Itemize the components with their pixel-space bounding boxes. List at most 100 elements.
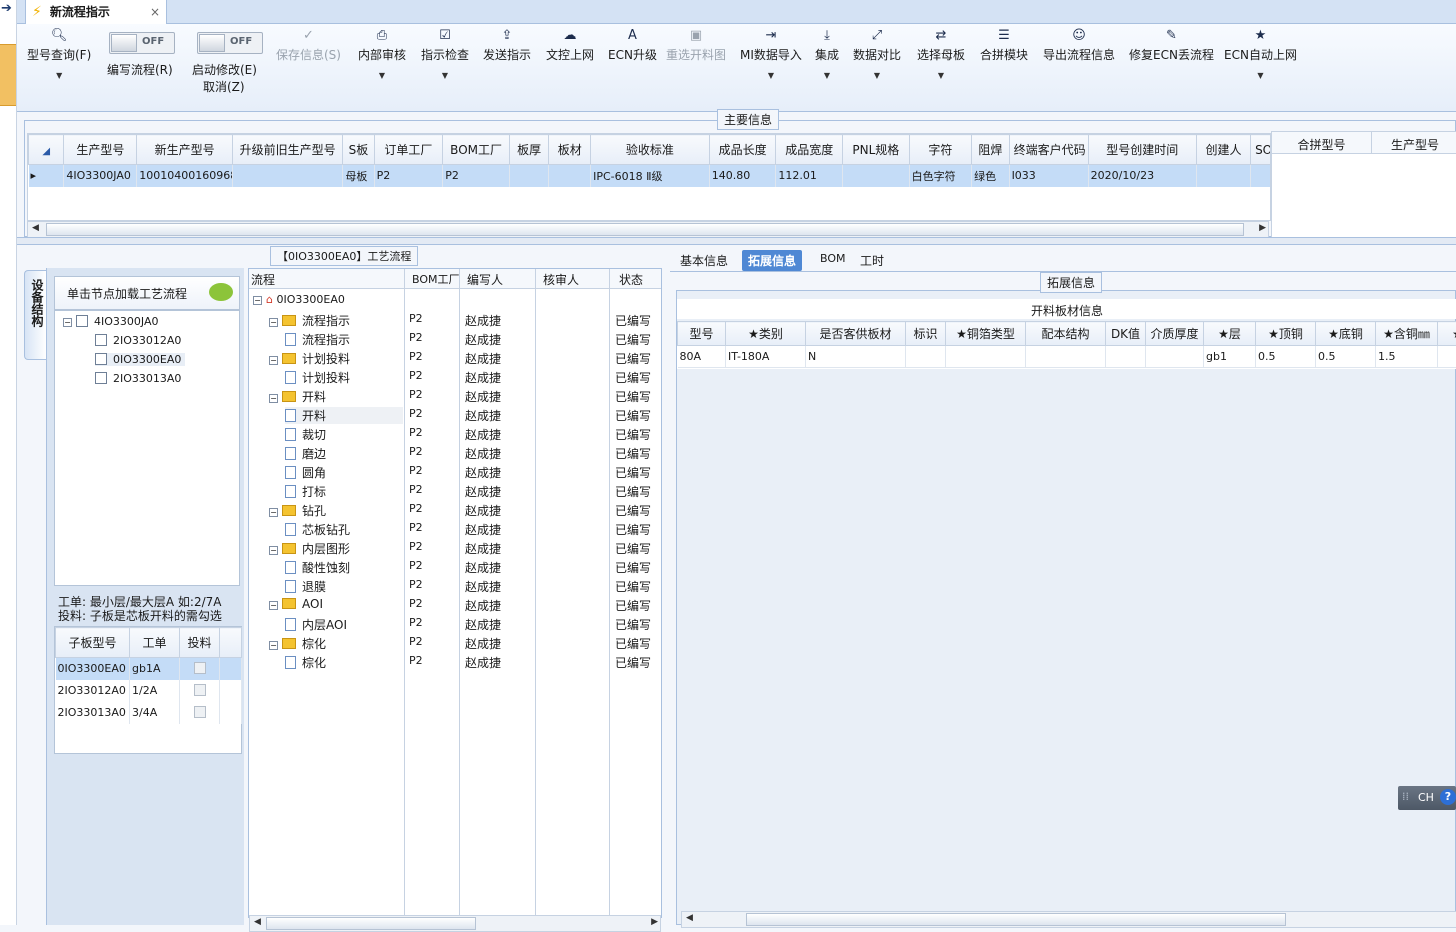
flow-node[interactable]: 芯板钻孔 <box>285 521 350 538</box>
main-col-header[interactable]: 升级前旧生产型号 <box>233 135 343 165</box>
chevron-down-icon[interactable]: ▼ <box>27 71 91 80</box>
table-row[interactable]: 80AIT-180ANgb10.50.51.5 <box>678 346 1456 368</box>
main-col-header[interactable]: PNL规格 <box>843 135 910 165</box>
main-col-header[interactable]: 板材 <box>549 135 591 165</box>
checkbox-icon[interactable] <box>194 684 206 696</box>
flow-node[interactable]: −AOI <box>269 597 323 611</box>
tab-basic-info[interactable]: 基本信息 <box>674 250 734 271</box>
sub-col-feed[interactable]: 投料 <box>180 628 220 658</box>
flow-node[interactable]: −计划投料 <box>269 350 350 367</box>
flow-node[interactable]: 内层AOI <box>285 616 347 633</box>
checkbox-icon[interactable] <box>95 372 107 384</box>
flow-node[interactable]: 打标 <box>285 483 326 500</box>
merge-module-button[interactable]: ☰合拼模块 <box>980 28 1028 63</box>
flow-node[interactable]: 流程指示 <box>285 331 350 348</box>
write-flow-toggle[interactable]: OFF <box>109 32 175 54</box>
tree-node[interactable]: 2IO33012A0 <box>95 334 181 347</box>
ext-col-header[interactable]: ★顶铜 <box>1256 322 1316 346</box>
save-info-button[interactable]: ✓保存信息(S) <box>276 28 341 63</box>
scroll-right-icon[interactable]: ▶ <box>651 917 658 927</box>
chevron-down-icon[interactable]: ▼ <box>1224 71 1297 80</box>
ext-col-header[interactable]: ★底铜 <box>1316 322 1376 346</box>
flow-col-writer[interactable]: 编写人 <box>467 271 503 288</box>
checkbox-icon[interactable] <box>95 334 107 346</box>
chevron-down-icon[interactable]: ▼ <box>421 71 469 80</box>
flow-col-reviewer[interactable]: 核审人 <box>543 271 579 288</box>
flow-node[interactable]: 开料 <box>285 407 403 424</box>
close-tab-icon[interactable]: × <box>150 5 160 19</box>
table-row[interactable]: 2IO33013A03/4A <box>56 702 242 724</box>
side-nub[interactable] <box>0 44 16 106</box>
main-col-header[interactable]: 验收标准 <box>591 135 710 165</box>
merge-col-header[interactable]: 合拼型号 <box>1272 132 1372 154</box>
check-button[interactable]: ☑指示检查▼ <box>421 28 469 80</box>
tab-bom[interactable]: BOM <box>814 250 852 267</box>
ext-col-header[interactable]: 介质厚度 <box>1146 322 1204 346</box>
ime-indicator[interactable]: ⁞⁞ CH ? <box>1398 786 1456 810</box>
internal-review-button[interactable]: ⎙内部审核▼ <box>358 28 406 80</box>
chevron-down-icon[interactable]: ▼ <box>358 71 406 80</box>
ext-col-header[interactable]: ★类别 <box>726 322 806 346</box>
tab-new-flow[interactable]: ⚡ 新流程指示 × <box>25 0 167 24</box>
scroll-thumb[interactable] <box>266 917 476 930</box>
checkbox-icon[interactable] <box>76 315 88 327</box>
main-col-header[interactable]: 创建人 <box>1196 135 1250 165</box>
flow-node[interactable]: 圆角 <box>285 464 326 481</box>
ext-col-header[interactable]: 型号 <box>678 322 726 346</box>
compare-button[interactable]: ⤢数据对比▼ <box>853 28 901 80</box>
collapse-icon[interactable]: − <box>269 394 278 403</box>
collapse-icon[interactable]: − <box>269 601 278 610</box>
fix-ecn-button[interactable]: ✎修复ECN丢流程 <box>1129 28 1214 63</box>
ext-col-header[interactable]: ★含铜㎜ <box>1376 322 1438 346</box>
pin-arrow-icon[interactable]: ➔ <box>1 1 12 16</box>
main-col-header[interactable]: S板 <box>343 135 374 165</box>
help-icon[interactable]: ? <box>1440 789 1456 805</box>
chevron-down-icon[interactable]: ▼ <box>740 71 802 80</box>
flow-node[interactable]: 酸性蚀刻 <box>285 559 350 576</box>
ext-col-header[interactable]: ★层 <box>1204 322 1256 346</box>
flow-node[interactable]: −棕化 <box>269 635 326 652</box>
flow-col-status[interactable]: 状态 <box>619 271 643 288</box>
chevron-down-icon[interactable]: ▼ <box>917 71 965 80</box>
ext-col-header[interactable]: 标识 <box>906 322 946 346</box>
collapse-icon[interactable]: − <box>269 508 278 517</box>
flow-node[interactable]: −开料 <box>269 388 326 405</box>
select-master-button[interactable]: ⇄选择母板▼ <box>917 28 965 80</box>
query-button[interactable]: 🔍︎型号查询(F)▼ <box>27 28 91 80</box>
tree-node[interactable]: 2IO33013A0 <box>95 372 181 385</box>
ext-col-header[interactable]: 是否客供板材 <box>806 322 906 346</box>
main-col-header[interactable]: 终端客户代码 <box>1009 135 1088 165</box>
main-grid-hscroll[interactable]: ◀ ▶ <box>27 221 1269 238</box>
ext-col-header[interactable]: ★ <box>1438 322 1456 346</box>
checkbox-icon[interactable] <box>194 706 206 718</box>
cancel-button[interactable]: 取消(Z) <box>203 78 245 95</box>
flow-node[interactable]: 磨边 <box>285 445 326 462</box>
flow-node[interactable]: 退膜 <box>285 578 326 595</box>
ext-col-header[interactable]: ★铜箔类型 <box>946 322 1026 346</box>
flow-root[interactable]: −⌂ 0IO3300EA0 <box>253 293 345 306</box>
collapse-icon[interactable]: − <box>269 641 278 650</box>
main-col-header[interactable]: SO <box>1251 135 1271 165</box>
flow-node[interactable]: −内层图形 <box>269 540 350 557</box>
table-row[interactable]: 2IO33012A01/2A <box>56 680 242 702</box>
table-row[interactable]: 0IO3300EA0gb1A <box>56 658 242 680</box>
collapse-icon[interactable]: − <box>269 546 278 555</box>
ext-col-header[interactable]: 配本结构 <box>1026 322 1106 346</box>
send-button[interactable]: ⇪发送指示 <box>483 28 531 63</box>
flow-node[interactable]: 计划投料 <box>285 369 350 386</box>
checkbox-icon[interactable] <box>194 662 206 674</box>
scroll-right-icon[interactable]: ▶ <box>1259 223 1266 233</box>
main-col-header[interactable]: 生产型号 <box>64 135 137 165</box>
flow-node[interactable]: −钻孔 <box>269 502 326 519</box>
flow-col-bom[interactable]: BOM工厂 <box>412 271 460 287</box>
flow-hscroll[interactable]: ◀ ▶ <box>249 915 661 932</box>
scroll-thumb[interactable] <box>46 223 1244 236</box>
main-col-header[interactable]: BOM工厂 <box>443 135 510 165</box>
chevron-down-icon[interactable]: ▼ <box>853 71 901 80</box>
export-flow-button[interactable]: ☺导出流程信息 <box>1043 28 1115 63</box>
main-col-header[interactable]: 板厚 <box>509 135 549 165</box>
integrate-button[interactable]: ⤓集成▼ <box>815 28 839 80</box>
table-row[interactable]: ▸4IO3300JA010010400160968母板P2P2IPC-6018 … <box>29 165 1272 187</box>
scroll-left-icon[interactable]: ◀ <box>686 913 693 923</box>
horizontal-splitter[interactable] <box>17 237 1456 245</box>
